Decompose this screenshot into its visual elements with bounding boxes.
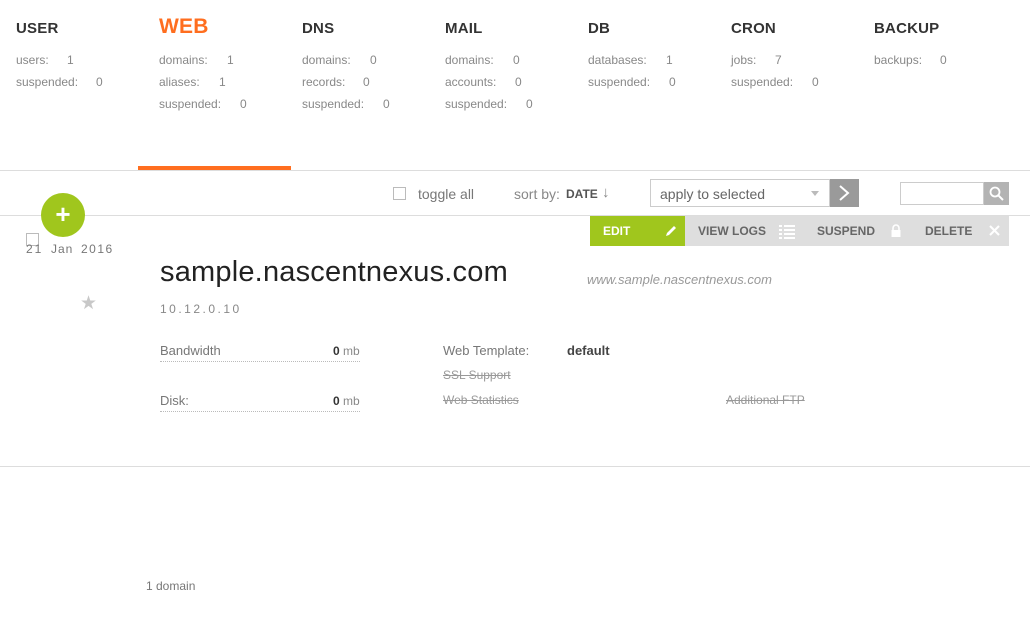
bandwidth-divider [160, 361, 360, 362]
ssl-support-label: SSL Support [443, 368, 511, 382]
menu-cron-stat: jobs: 7 [731, 53, 782, 67]
add-domain-button[interactable]: + [41, 193, 85, 237]
menu-dns-stat: records: 0 [302, 75, 370, 89]
bandwidth-value: 0 [333, 344, 340, 358]
sort-by-label: sort by: [514, 186, 560, 202]
menu-cron[interactable]: CRON jobs: 7 suspended: 0 [715, 0, 858, 170]
delete-label: DELETE [925, 224, 973, 238]
menu-mail-stat: suspended: 0 [445, 97, 533, 111]
close-icon [989, 225, 1000, 236]
bandwidth-unit: mb [343, 344, 360, 358]
divider [0, 170, 1030, 171]
chevron-right-icon [839, 185, 850, 201]
domain-alias: www.sample.nascentnexus.com [587, 272, 772, 287]
menu-mail[interactable]: MAIL domains: 0 accounts: 0 suspended: 0 [429, 0, 572, 170]
star-icon[interactable]: ★ [80, 292, 97, 315]
additional-ftp-label: Additional FTP [726, 393, 805, 407]
caret-down-icon [811, 191, 819, 196]
menu-user[interactable]: USER users: 1 suspended: 0 [0, 0, 143, 170]
search-input[interactable] [900, 182, 984, 205]
list-icon [779, 225, 795, 239]
edit-label: EDIT [603, 224, 631, 238]
menu-web[interactable]: WEB domains: 1 aliases: 1 suspended: 0 [138, 0, 291, 170]
menu-title-backup: BACKUP [874, 20, 940, 37]
pencil-icon [666, 226, 676, 236]
date-month: Jan [51, 242, 74, 256]
delete-button[interactable]: DELETE [912, 216, 1009, 246]
menu-mail-stat: accounts: 0 [445, 75, 522, 89]
disk-value: 0 [333, 394, 340, 408]
bandwidth-label: Bandwidth [160, 343, 221, 358]
toggle-all-checkbox[interactable] [393, 187, 406, 200]
menu-mail-stat: domains: 0 [445, 53, 520, 67]
menu-title-db: DB [588, 20, 611, 37]
menu-title-dns: DNS [302, 20, 335, 37]
menu-dns[interactable]: DNS domains: 0 records: 0 suspended: 0 [286, 0, 429, 170]
bulk-action-select[interactable]: apply to selected [650, 179, 830, 207]
date-day: 21 [26, 242, 44, 256]
date-year: 2016 [81, 242, 114, 256]
menu-title-web: WEB [159, 15, 209, 38]
suspend-label: SUSPEND [817, 224, 876, 238]
domain-name: sample.nascentnexus.com [160, 256, 508, 288]
menu-cron-stat: suspended: 0 [731, 75, 819, 89]
menu-title-cron: CRON [731, 20, 776, 37]
menu-dns-stat: suspended: 0 [302, 97, 390, 111]
menu-backup-stat: backups: 0 [874, 53, 947, 67]
disk-divider [160, 411, 360, 412]
disk-label: Disk: [160, 393, 189, 408]
menu-db-stat: suspended: 0 [588, 75, 676, 89]
menu-title-user: USER [16, 20, 59, 37]
view-logs-label: VIEW LOGS [698, 224, 767, 238]
menu-web-stat: aliases: 1 [159, 75, 226, 89]
suspend-button[interactable]: SUSPEND [803, 216, 912, 246]
domain-ip: 10.12.0.10 [160, 302, 242, 316]
menu-user-stat: suspended: 0 [16, 75, 103, 89]
sort-direction-icon[interactable]: ↓ [602, 184, 610, 201]
menu-user-stat: users: 1 [16, 53, 74, 67]
web-statistics-label: Web Statistics [443, 393, 519, 407]
sort-by-value[interactable]: DATE [566, 187, 598, 201]
edit-button[interactable]: EDIT [590, 216, 685, 246]
menu-web-stat: suspended: 0 [159, 97, 247, 111]
view-logs-button[interactable]: VIEW LOGS [685, 216, 803, 246]
divider [0, 466, 1030, 467]
web-template-value: default [567, 343, 610, 358]
plus-icon: + [55, 199, 71, 229]
menu-backup[interactable]: BACKUP backups: 0 [858, 0, 1001, 170]
search-icon [989, 186, 1004, 201]
toggle-all-label[interactable]: toggle all [418, 186, 474, 202]
apply-button[interactable] [830, 179, 859, 207]
menu-title-mail: MAIL [445, 20, 483, 37]
menu-db-stat: databases: 1 [588, 53, 673, 67]
menu-web-stat: domains: 1 [159, 53, 234, 67]
bulk-action-placeholder: apply to selected [660, 186, 766, 202]
menu-db[interactable]: DB databases: 1 suspended: 0 [572, 0, 715, 170]
lock-icon [891, 224, 901, 237]
menu-dns-stat: domains: 0 [302, 53, 377, 67]
web-template-label: Web Template: [443, 343, 530, 358]
search-button[interactable] [984, 182, 1009, 205]
domain-count: 1 domain [146, 579, 196, 593]
disk-unit: mb [343, 394, 360, 408]
